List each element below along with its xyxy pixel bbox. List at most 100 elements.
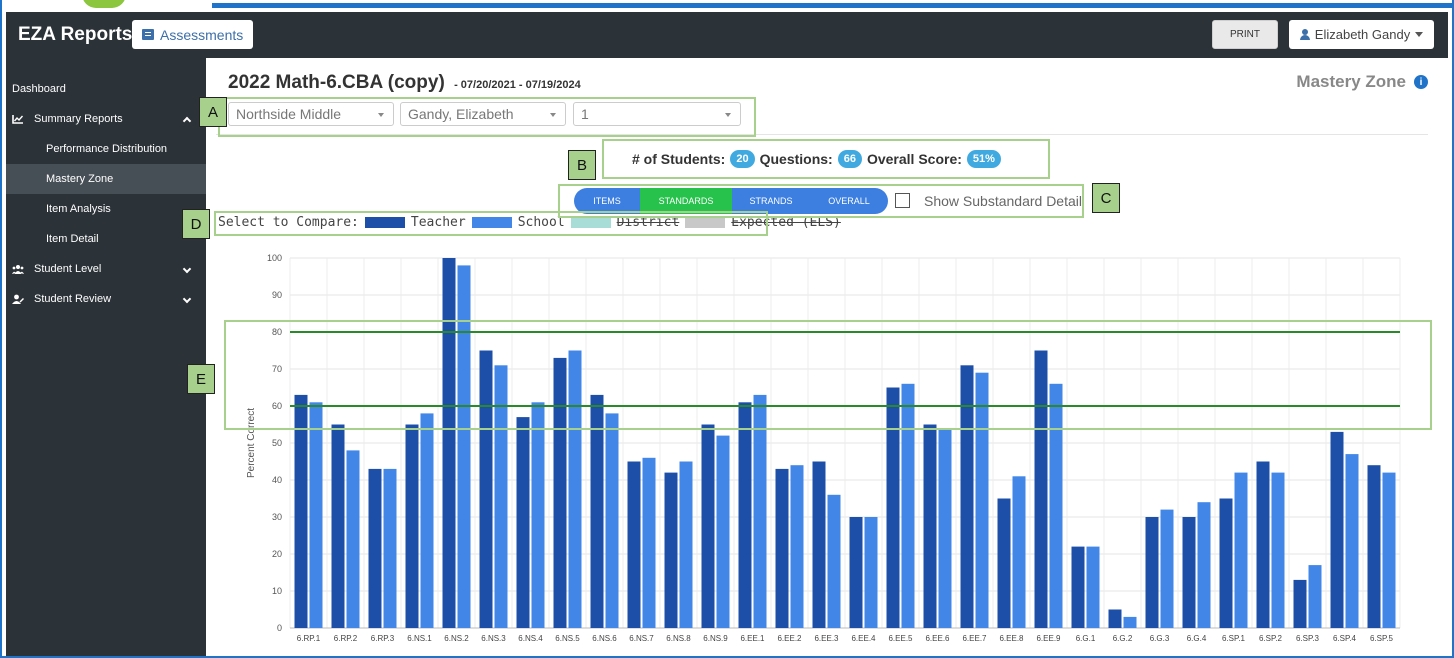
assessments-label: Assessments — [160, 26, 244, 43]
bar-school — [605, 413, 619, 628]
bar-teacher — [1219, 498, 1233, 628]
chevron-down-icon — [182, 264, 192, 274]
bar-school — [1271, 472, 1285, 628]
sidebar-item-dashboard[interactable]: Dashboard — [6, 74, 206, 104]
chevron-down-icon — [182, 294, 192, 304]
callout-label-e: E — [187, 364, 215, 394]
x-tick-label: 6.G.2 — [1113, 634, 1133, 643]
y-tick-label: 50 — [272, 438, 282, 448]
x-tick-label: 6.G.3 — [1150, 634, 1170, 643]
report-heading: Mastery Zone i — [1296, 72, 1428, 92]
x-tick-label: 6.NS.9 — [703, 634, 728, 643]
x-tick-label: 6.NS.4 — [518, 634, 543, 643]
bar-school — [1160, 509, 1174, 628]
x-tick-label: 6.RP.2 — [334, 634, 358, 643]
bar-teacher — [405, 424, 419, 628]
bar-school — [1308, 565, 1322, 628]
bar-school — [1086, 546, 1100, 628]
callout-label-c: C — [1092, 183, 1120, 213]
x-tick-label: 6.EE.3 — [814, 634, 839, 643]
sidebar-item-performance-distribution[interactable]: Performance Distribution — [6, 134, 206, 164]
top-accent-bar — [2, 0, 1452, 12]
y-tick-label: 0 — [277, 623, 282, 633]
list-icon — [142, 29, 154, 40]
assessments-button[interactable]: Assessments — [132, 20, 254, 49]
sidebar-item-label: Item Analysis — [46, 203, 111, 215]
callout-label-b: B — [568, 150, 596, 180]
top-navbar: EZA Reports Assessments PRINT Elizabeth … — [6, 12, 1448, 58]
bar-teacher — [442, 258, 456, 628]
app-frame: EZA Reports Assessments PRINT Elizabeth … — [0, 0, 1454, 658]
bar-teacher — [1071, 546, 1085, 628]
callout-box-b — [602, 139, 1050, 179]
caret-down-icon — [1415, 32, 1424, 37]
bar-teacher — [1293, 579, 1307, 628]
bar-teacher — [1108, 609, 1122, 628]
callout-box-a — [218, 97, 756, 137]
callout-label-a: A — [199, 97, 227, 127]
y-tick-label: 30 — [272, 512, 282, 522]
bar-school — [1345, 454, 1359, 628]
bar-school — [309, 402, 323, 628]
sidebar-item-label: Performance Distribution — [46, 143, 168, 155]
x-tick-label: 6.NS.3 — [481, 634, 506, 643]
callout-label-d: D — [182, 209, 210, 239]
logo-swoosh — [82, 0, 126, 8]
x-tick-label: 6.NS.5 — [555, 634, 580, 643]
sidebar-item-student-level[interactable]: Student Level — [6, 254, 206, 284]
bar-school — [1197, 502, 1211, 628]
user-menu-button[interactable]: Elizabeth Gandy — [1289, 20, 1434, 49]
bar-school — [716, 435, 730, 628]
sidebar-item-mastery-zone[interactable]: Mastery Zone — [6, 164, 206, 194]
bar-teacher — [1367, 465, 1381, 628]
x-tick-label: 6.EE.1 — [740, 634, 765, 643]
bar-teacher — [997, 498, 1011, 628]
info-icon[interactable]: i — [1414, 75, 1428, 89]
x-tick-label: 6.NS.2 — [444, 634, 469, 643]
y-tick-label: 90 — [272, 290, 282, 300]
x-tick-label: 6.RP.1 — [297, 634, 321, 643]
bar-teacher — [775, 468, 789, 628]
bar-teacher — [1145, 517, 1159, 628]
sidebar-item-label: Student Review — [34, 293, 112, 305]
x-tick-label: 6.SP.2 — [1259, 634, 1283, 643]
users-icon — [12, 265, 24, 274]
sidebar-item-label: Mastery Zone — [46, 173, 114, 185]
x-tick-label: 6.NS.7 — [629, 634, 654, 643]
bar-school — [827, 494, 841, 628]
bar-teacher — [627, 461, 641, 628]
print-button[interactable]: PRINT — [1212, 20, 1278, 49]
bar-teacher — [516, 417, 530, 628]
bar-school — [1012, 476, 1026, 628]
chart-svg: 0102030405060708090100Percent Correct6.R… — [246, 253, 1401, 643]
sidebar-item-item-analysis[interactable]: Item Analysis — [6, 194, 206, 224]
y-tick-label: 20 — [272, 549, 282, 559]
bar-school — [938, 428, 952, 628]
x-tick-label: 6.NS.6 — [592, 634, 617, 643]
bar-school — [420, 413, 434, 628]
y-tick-label: 40 — [272, 475, 282, 485]
bar-teacher — [331, 424, 345, 628]
bar-teacher — [701, 424, 715, 628]
x-tick-label: 6.SP.4 — [1333, 634, 1357, 643]
bar-school — [679, 461, 693, 628]
bar-teacher — [812, 461, 826, 628]
sidebar-item-item-detail[interactable]: Item Detail — [6, 224, 206, 254]
x-tick-label: 6.EE.6 — [925, 634, 950, 643]
bar-school — [1234, 472, 1248, 628]
sidebar-item-student-review[interactable]: Student Review — [6, 284, 206, 314]
bar-teacher — [1256, 461, 1270, 628]
x-tick-label: 6.G.1 — [1076, 634, 1096, 643]
x-tick-label: 6.EE.8 — [999, 634, 1024, 643]
page-title: 2022 Math-6.CBA (copy) - 07/20/2021 - 07… — [228, 72, 581, 94]
accent-line — [212, 3, 1452, 8]
bar-teacher — [368, 468, 382, 628]
bar-school — [790, 465, 804, 628]
bar-school — [642, 457, 656, 628]
sidebar-item-summary-reports[interactable]: Summary Reports — [6, 104, 206, 134]
date-range: - 07/20/2021 - 07/19/2024 — [454, 79, 581, 91]
assessment-title: 2022 Math-6.CBA (copy) — [228, 72, 445, 93]
x-tick-label: 6.EE.4 — [851, 634, 876, 643]
brand-title[interactable]: EZA Reports — [18, 24, 132, 46]
bar-school — [346, 450, 360, 628]
